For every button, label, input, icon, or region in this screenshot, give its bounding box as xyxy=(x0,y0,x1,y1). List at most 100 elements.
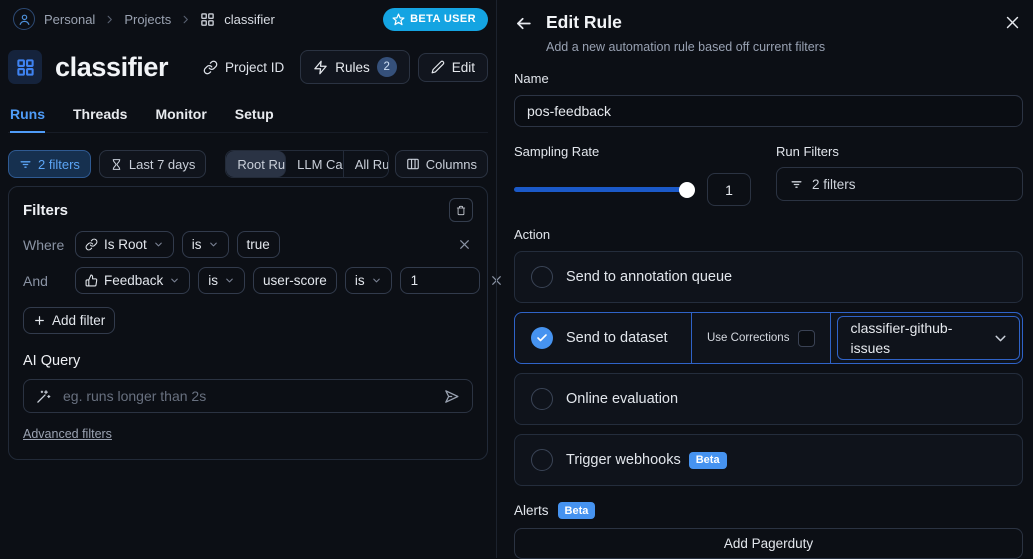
filter-value-input[interactable] xyxy=(399,267,480,294)
conjunction-label: And xyxy=(23,272,48,289)
rules-button[interactable]: Rules 2 xyxy=(300,50,410,84)
option-send-to-dataset[interactable]: Send to dataset Use Corrections classifi… xyxy=(514,312,1023,364)
check-icon xyxy=(537,334,547,342)
slider-thumb[interactable] xyxy=(679,181,695,198)
send-icon[interactable] xyxy=(443,388,460,405)
use-corrections-checkbox[interactable] xyxy=(798,329,816,347)
panel-title: Edit Rule xyxy=(546,12,622,32)
filter-row-2: And Feedback is user-score is xyxy=(23,267,501,294)
project-page: Personal Projects classifier BETA USER c… xyxy=(0,0,501,558)
segment-llm-calls[interactable]: LLM Calls xyxy=(286,151,344,177)
ai-query-label: AI Query xyxy=(23,353,81,369)
link-icon xyxy=(85,238,98,251)
alerts-label: Alerts xyxy=(514,503,549,518)
add-pagerduty-button[interactable]: Add Pagerduty xyxy=(514,528,1023,559)
conjunction-label: Where xyxy=(23,236,65,253)
tab-monitor[interactable]: Monitor xyxy=(155,100,206,132)
beta-user-badge: BETA USER xyxy=(383,7,488,31)
filters-count-button[interactable]: 2 filters xyxy=(8,150,91,178)
bolt-icon xyxy=(314,60,327,74)
thumbs-up-icon xyxy=(85,274,98,287)
rule-name-input[interactable] xyxy=(514,95,1023,127)
option-trigger-webhooks[interactable]: Trigger webhooks Beta xyxy=(514,434,1023,486)
feedback-key-button[interactable]: user-score xyxy=(253,267,337,294)
option-online-evaluation[interactable]: Online evaluation xyxy=(514,373,1023,425)
back-arrow-icon[interactable] xyxy=(514,12,533,35)
star-icon xyxy=(392,12,405,25)
segment-root-runs[interactable]: Root Runs xyxy=(226,151,287,177)
project-id-button[interactable]: Project ID xyxy=(195,54,292,81)
chevron-down-icon xyxy=(153,239,164,250)
sampling-rate-slider[interactable] xyxy=(514,181,695,198)
tab-runs[interactable]: Runs xyxy=(10,100,45,133)
project-tabs: Runs Threads Monitor Setup xyxy=(8,100,488,133)
sampling-rate-label: Sampling Rate xyxy=(514,144,600,159)
operator-dropdown[interactable]: is xyxy=(344,267,392,294)
beta-badge: Beta xyxy=(557,502,596,519)
panel-subtitle: Add a new automation rule based off curr… xyxy=(546,40,826,54)
breadcrumb-projects[interactable]: Projects xyxy=(124,12,171,27)
filter-lines-icon xyxy=(791,180,802,188)
clear-filters-button[interactable] xyxy=(449,198,473,222)
run-filters-label: Run Filters xyxy=(776,144,839,159)
app-window: Personal Projects classifier BETA USER c… xyxy=(0,0,1033,559)
beta-badge: Beta xyxy=(688,451,727,469)
date-range-button[interactable]: Last 7 days xyxy=(98,150,207,178)
chevron-right-icon xyxy=(104,14,115,25)
radio-unchecked[interactable] xyxy=(531,266,553,288)
rules-count-badge: 2 xyxy=(376,57,397,77)
run-filters-button[interactable]: 2 filters xyxy=(776,167,1023,201)
option-send-to-annotation-queue[interactable]: Send to annotation queue xyxy=(514,251,1023,303)
project-header: classifier Project ID Rules 2 Edit xyxy=(8,47,488,87)
chevron-down-icon xyxy=(224,275,235,286)
close-icon[interactable] xyxy=(1002,12,1023,33)
magic-wand-icon xyxy=(37,389,51,403)
page-title: classifier xyxy=(55,51,169,82)
filters-panel: Filters Where Is Root is true And Feedba… xyxy=(8,186,501,460)
filter-lines-icon xyxy=(20,160,31,168)
advanced-filters-link[interactable]: Advanced filters xyxy=(23,427,112,441)
radio-unchecked[interactable] xyxy=(531,449,553,471)
field-dropdown[interactable]: Feedback xyxy=(75,267,191,294)
chevron-right-icon xyxy=(180,14,191,25)
project-grid-icon xyxy=(200,12,215,27)
breadcrumb-classifier[interactable]: classifier xyxy=(224,12,275,27)
tab-setup[interactable]: Setup xyxy=(235,100,274,132)
trash-icon xyxy=(456,205,466,215)
link-icon xyxy=(203,60,218,74)
columns-button[interactable]: Columns xyxy=(394,150,488,178)
project-grid-icon xyxy=(8,50,42,84)
value-button[interactable]: true xyxy=(236,231,280,258)
edit-button[interactable]: Edit xyxy=(417,52,488,82)
breadcrumb: Personal Projects classifier BETA USER xyxy=(8,0,488,38)
field-dropdown[interactable]: Is Root xyxy=(75,231,174,258)
filters-panel-title: Filters xyxy=(23,201,69,219)
user-avatar-icon[interactable] xyxy=(13,8,35,30)
radio-unchecked[interactable] xyxy=(531,388,553,410)
breadcrumb-personal[interactable]: Personal xyxy=(44,12,95,27)
filter-row-1: Where Is Root is true xyxy=(23,231,473,258)
chevron-down-icon xyxy=(208,239,219,250)
segment-all-runs[interactable]: All Runs xyxy=(344,151,388,177)
chevron-down-icon xyxy=(169,275,180,286)
action-label: Action xyxy=(514,227,551,242)
add-filter-button[interactable]: Add filter xyxy=(23,307,116,334)
tab-threads[interactable]: Threads xyxy=(73,100,127,132)
radio-checked[interactable] xyxy=(531,327,553,349)
ai-query-input[interactable] xyxy=(61,387,433,405)
chevron-down-icon xyxy=(371,275,382,286)
dataset-dropdown[interactable]: classifier-github-issues xyxy=(837,316,1020,360)
hourglass-icon xyxy=(112,158,121,170)
ai-query-box xyxy=(23,379,473,413)
plus-icon xyxy=(35,316,44,325)
close-icon xyxy=(460,240,469,249)
run-type-segmented-control: Root Runs LLM Calls All Runs xyxy=(225,150,389,178)
columns-icon xyxy=(406,158,419,170)
operator-dropdown[interactable]: is xyxy=(198,267,246,294)
name-label: Name xyxy=(514,71,549,86)
use-corrections-label: Use Corrections xyxy=(707,332,790,344)
chevron-down-icon xyxy=(992,330,1009,347)
sampling-rate-value[interactable]: 1 xyxy=(707,173,751,206)
operator-dropdown[interactable]: is xyxy=(181,231,229,258)
remove-filter-button[interactable] xyxy=(456,236,473,253)
